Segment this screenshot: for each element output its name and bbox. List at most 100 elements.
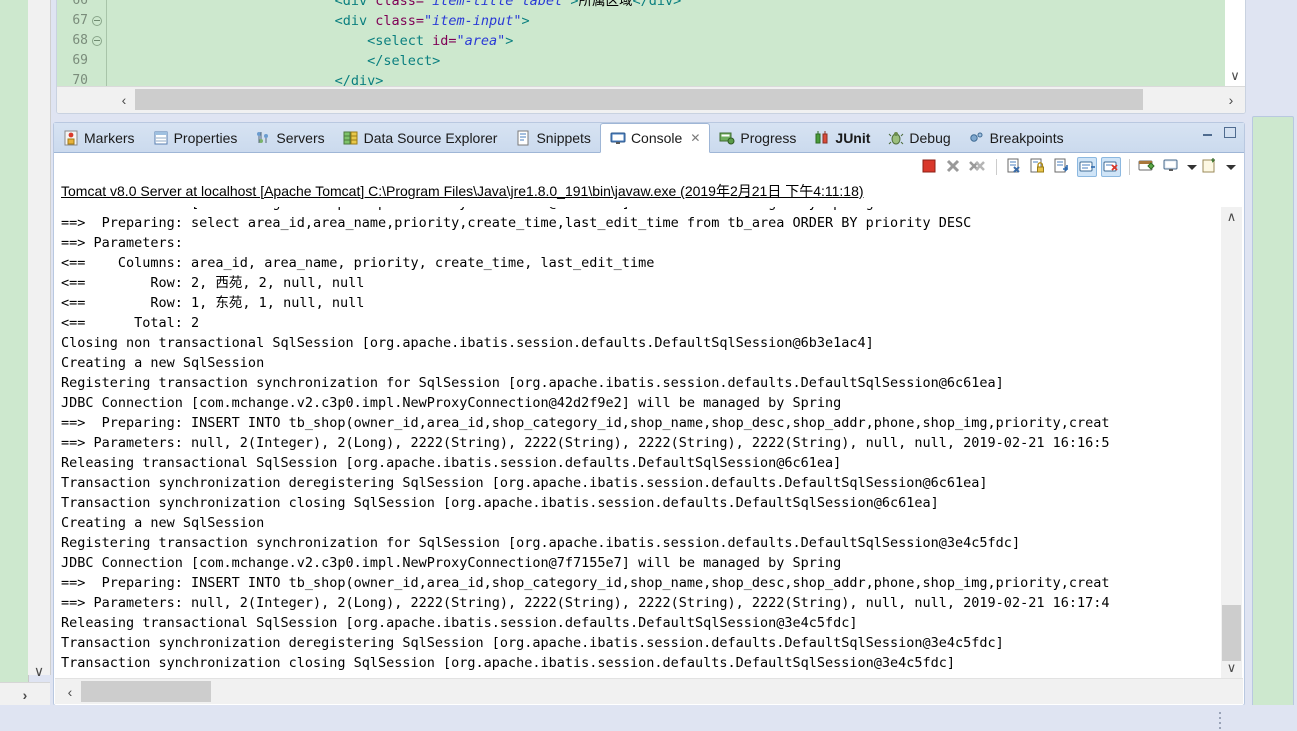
console-line: ==> Preparing: INSERT INTO tb_shop(owner… <box>61 415 1110 431</box>
console-line: Transaction synchronization closing SqlS… <box>61 495 939 511</box>
xx-gray-icon <box>968 161 986 178</box>
console-hscroll-left-arrow[interactable]: ‹ <box>59 679 81 704</box>
editor-left-scroll-right-arrow[interactable]: › <box>0 682 50 706</box>
editor-left-vertical-scrollbar[interactable] <box>28 0 77 675</box>
console-icon <box>610 130 626 146</box>
console-scroll-up-arrow[interactable]: ∧ <box>1221 207 1242 227</box>
remove-all-terminated-button[interactable] <box>968 157 988 177</box>
scroll-lock-button[interactable] <box>1029 157 1049 177</box>
console-output-area[interactable]: JDBC Connection [com.mchange.v2.c3p0.imp… <box>55 207 1243 704</box>
line-number: 69 <box>57 51 106 71</box>
maximize-icon[interactable] <box>1224 127 1236 138</box>
console-line: ==> Preparing: INSERT INTO tb_shop(owner… <box>61 575 1110 591</box>
editor-left-scroll-down-arrow[interactable]: ∨ <box>28 660 50 682</box>
editor-hscroll-right-arrow[interactable]: › <box>1219 87 1243 113</box>
progress-icon <box>719 130 735 146</box>
tab-progress[interactable]: Progress <box>710 123 805 152</box>
console-line: <== Columns: area_id, area_name, priorit… <box>61 255 655 271</box>
tab-snippets[interactable]: Snippets <box>506 123 599 152</box>
console-line: Transaction synchronization closing SqlS… <box>61 655 956 671</box>
clear-console-icon <box>1005 158 1023 178</box>
console-output-text[interactable]: JDBC Connection [com.mchange.v2.c3p0.imp… <box>61 207 1221 678</box>
tab-servers[interactable]: Servers <box>246 123 333 152</box>
code-line: <select id="area"> <box>367 33 514 49</box>
code-line: <div class="item-input"> <box>334 13 530 29</box>
stop-square-icon <box>920 159 938 178</box>
console-line: Creating a new SqlSession <box>61 515 265 531</box>
fold-collapse-icon[interactable] <box>92 36 102 46</box>
lock-icon <box>1029 158 1047 178</box>
editor-scroll-down-arrow[interactable]: ∨ <box>1225 68 1245 84</box>
tab-debug[interactable]: Debug <box>879 123 959 152</box>
pin-console-button[interactable] <box>1138 157 1158 177</box>
tab-label: Properties <box>173 129 238 146</box>
open-console-icon <box>1201 158 1219 178</box>
tab-label: JUnit <box>835 129 871 146</box>
display-selected-console-dropdown[interactable] <box>1186 157 1197 177</box>
console-vertical-scrollbar[interactable]: ∧ ∨ <box>1221 207 1242 678</box>
separator-2 <box>1129 159 1130 175</box>
tab-console[interactable]: Console ✕ <box>599 123 711 153</box>
console-line: <== Row: 1, 东苑, 1, null, null <box>61 295 365 311</box>
tab-label: Progress <box>740 129 797 146</box>
console-line: ==> Parameters: null, 2(Integer), 2(Long… <box>61 595 1110 611</box>
junit-icon <box>814 130 830 146</box>
editor-horizontal-scrollbar[interactable]: ‹ › <box>57 86 1245 113</box>
tab-properties[interactable]: Properties <box>144 123 247 152</box>
eclipse-ide-window: ∨ › 66 67 68 69 70 <div class="item-titl… <box>0 0 1297 731</box>
tab-data-source-explorer[interactable]: Data Source Explorer <box>334 123 507 152</box>
editor-hscroll-left-arrow[interactable]: ‹ <box>113 87 135 113</box>
breakpoints-icon <box>969 130 985 146</box>
console-line: ==> Preparing: select area_id,area_name,… <box>61 215 980 231</box>
open-console-dropdown[interactable] <box>1225 157 1236 177</box>
pin-console-icon <box>1138 160 1156 178</box>
console-line: Transaction synchronization deregisterin… <box>61 635 1004 651</box>
tab-markers[interactable]: Markers <box>54 123 144 152</box>
editor-code-area[interactable]: <div class="item-title label">所属区域</div>… <box>107 0 1245 86</box>
console-line: Creating a new SqlSession <box>61 355 265 371</box>
workbench-bottom-bar <box>0 705 1297 731</box>
console-line: Registering transaction synchronization … <box>61 375 1004 391</box>
editor-hscroll-thumb[interactable] <box>135 89 1143 110</box>
servers-icon <box>255 130 271 146</box>
minimize-icon[interactable] <box>1202 128 1214 137</box>
line-number: 67 <box>57 11 106 31</box>
view-tab-bar: Markers Properties Servers Data Source Expl… <box>54 123 1244 153</box>
terminate-button[interactable] <box>920 157 940 177</box>
code-line: </select> <box>367 53 441 69</box>
code-line: <div class="item-title label">所属区域</div> <box>334 0 682 9</box>
open-console-button[interactable] <box>1201 157 1221 177</box>
tab-breakpoints[interactable]: Breakpoints <box>960 123 1073 152</box>
display-selected-console-button[interactable] <box>1162 157 1182 177</box>
tab-junit[interactable]: JUnit <box>805 123 879 152</box>
editor-line-number-gutter[interactable]: 66 67 68 69 70 <box>57 0 107 88</box>
line-number-text: 67 <box>72 13 88 28</box>
console-toolbar <box>54 153 1244 181</box>
close-icon[interactable]: ✕ <box>690 131 700 145</box>
console-horizontal-scrollbar[interactable]: ‹ <box>55 678 1243 704</box>
code-line: </div> <box>334 73 384 86</box>
console-out-icon <box>1078 161 1096 179</box>
show-console-on-output-button[interactable] <box>1077 157 1097 177</box>
console-line: Closing non transactional SqlSession [or… <box>61 335 874 351</box>
console-line: <== Total: 2 <box>61 315 200 331</box>
fold-collapse-icon[interactable] <box>92 16 102 26</box>
console-line: <== Row: 2, 西苑, 2, null, null <box>61 275 365 291</box>
console-hscroll-thumb[interactable] <box>81 681 211 702</box>
console-scroll-down-arrow[interactable]: ∨ <box>1221 658 1242 678</box>
properties-icon <box>153 130 169 146</box>
editor-vertical-scrollbar[interactable]: ∨ <box>1225 0 1245 86</box>
editor-left-margin-strip <box>0 0 29 705</box>
x-gray-icon <box>944 159 962 178</box>
editor-body[interactable]: 66 67 68 69 70 <div class="item-title la… <box>57 0 1245 88</box>
show-console-on-error-button[interactable] <box>1101 157 1121 177</box>
remove-launch-button[interactable] <box>944 157 964 177</box>
word-wrap-button[interactable] <box>1053 157 1073 177</box>
resize-grip[interactable] <box>1219 709 1223 729</box>
clear-console-button[interactable] <box>1005 157 1025 177</box>
console-line: ==> Parameters: null, 2(Integer), 2(Long… <box>61 435 1110 451</box>
console-line: Releasing transactional SqlSession [org.… <box>61 455 842 471</box>
line-number-text: 68 <box>72 33 88 48</box>
console-line: Registering transaction synchronization … <box>61 535 1021 551</box>
console-vscroll-thumb[interactable] <box>1222 605 1241 661</box>
